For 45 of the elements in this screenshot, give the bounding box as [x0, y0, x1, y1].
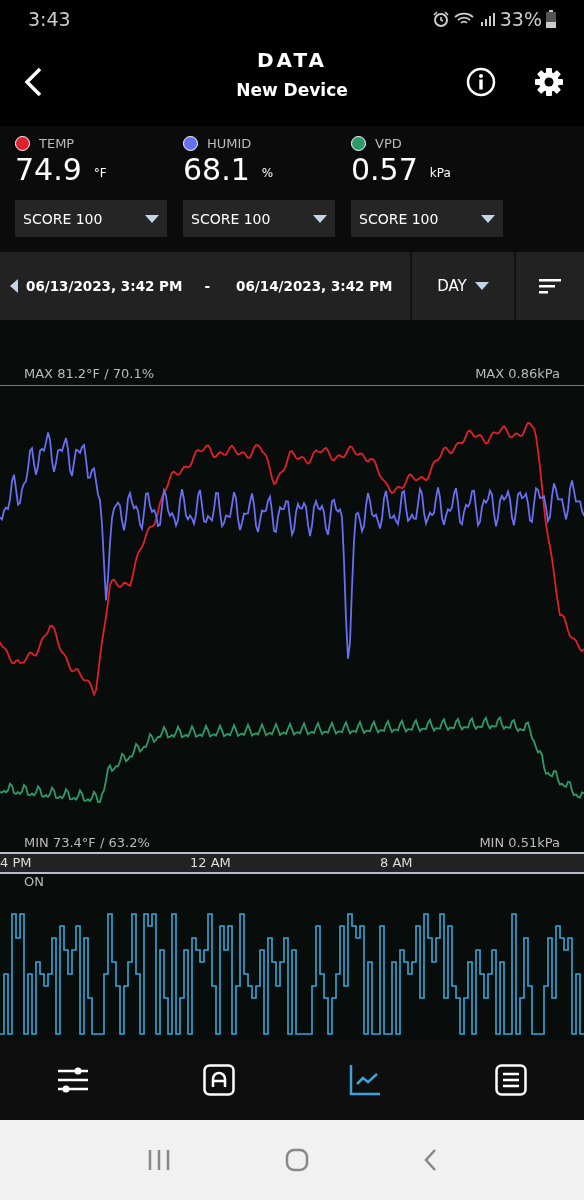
battery-percent: 33% — [499, 8, 542, 30]
score-dropdown[interactable]: SCORE 100 — [15, 200, 167, 237]
status-time: 3:43 — [28, 8, 71, 30]
min-label: MIN 73.4°F / 63.2% — [24, 835, 150, 850]
time-tick: 4 PM — [0, 855, 32, 870]
sensor-unit: kPa — [429, 166, 451, 180]
sensor-label: VPD — [375, 136, 402, 151]
caret-icon — [481, 214, 495, 223]
min-label: MIN 0.51kPa — [479, 835, 560, 850]
sort-icon[interactable] — [539, 278, 561, 294]
letter-a-icon[interactable] — [203, 1064, 235, 1096]
sensor-value: 74.9 — [15, 152, 82, 187]
sensor-value: 68.1 — [183, 152, 250, 187]
previous-icon[interactable] — [10, 279, 18, 293]
score-dropdown[interactable]: SCORE 100 — [351, 200, 503, 237]
caret-icon — [313, 214, 327, 223]
home-icon[interactable] — [285, 1148, 309, 1172]
max-label: MAX 0.86kPa — [475, 366, 560, 381]
start-date[interactable]: 06/13/2023, 3:42 PM — [26, 278, 183, 294]
settings-icon[interactable] — [534, 67, 564, 97]
signal-icon — [479, 11, 496, 27]
on-label: ON — [24, 874, 44, 889]
score-dropdown[interactable]: SCORE 100 — [183, 200, 335, 237]
end-date[interactable]: 06/14/2023, 3:42 PM — [236, 278, 393, 294]
recent-apps-icon[interactable] — [147, 1149, 171, 1171]
back-icon[interactable] — [22, 66, 44, 98]
sliders-icon[interactable] — [57, 1066, 89, 1094]
list-icon[interactable] — [495, 1064, 527, 1096]
range-separator: - — [204, 278, 211, 294]
sensor-label: HUMID — [207, 136, 252, 151]
sensor-unit: % — [261, 166, 274, 180]
line-chart-icon[interactable] — [349, 1064, 381, 1096]
time-tick: 12 AM — [190, 855, 231, 870]
caret-icon — [474, 282, 489, 290]
device-name: New Device — [236, 80, 348, 100]
sensor-value: 0.57 — [351, 152, 418, 187]
caret-icon — [145, 214, 159, 223]
battery-icon — [546, 10, 556, 28]
page-title: DATA — [256, 48, 328, 72]
info-icon[interactable] — [466, 67, 496, 97]
max-label: MAX 81.2°F / 70.1% — [24, 366, 154, 381]
time-tick: 8 AM — [380, 855, 413, 870]
sensor-unit: °F — [93, 166, 107, 180]
alarm-icon — [431, 11, 450, 27]
sensor-label: TEMP — [39, 136, 75, 151]
